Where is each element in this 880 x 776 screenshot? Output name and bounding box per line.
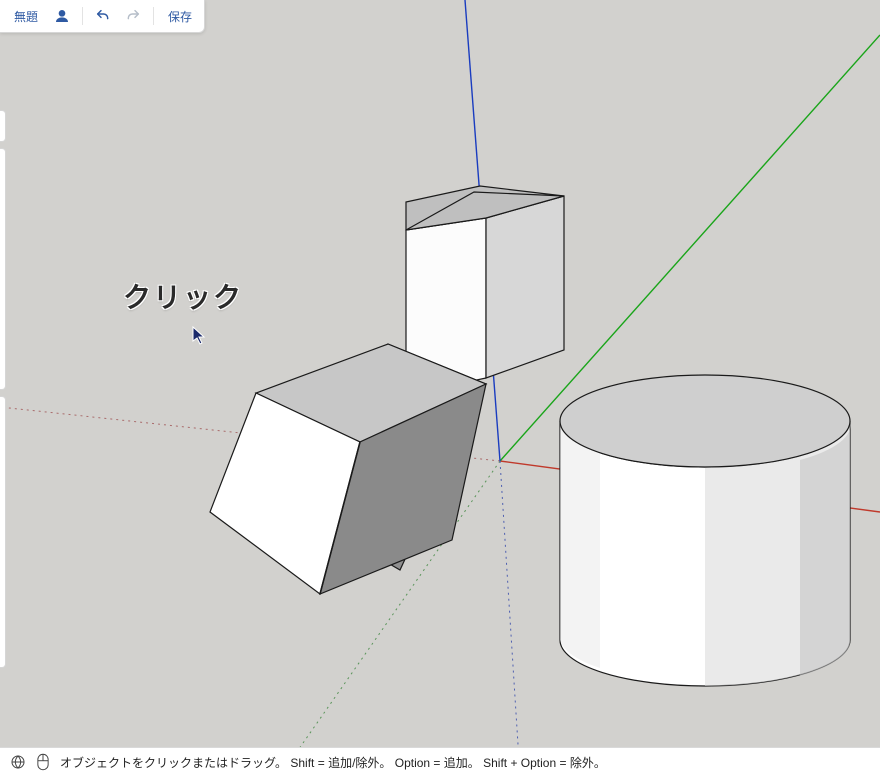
click-annotation: クリック	[123, 276, 243, 316]
redo-button[interactable]	[123, 4, 143, 28]
viewport-3d[interactable]: 無題 保存 クリック	[0, 0, 880, 776]
top-toolbar: 無題 保存	[0, 0, 205, 33]
status-hint: オブジェクトをクリックまたはドラッグ。 Shift = 追加/除外。 Optio…	[60, 754, 606, 771]
tilted-cube-object[interactable]	[210, 344, 486, 594]
save-button[interactable]: 保存	[164, 4, 196, 28]
status-bar: オブジェクトをクリックまたはドラッグ。 Shift = 追加/除外。 Optio…	[0, 747, 880, 776]
cylinder-object[interactable]	[560, 375, 851, 686]
left-panel-tab-3[interactable]	[0, 396, 6, 668]
left-panel-tab-2[interactable]	[0, 148, 6, 390]
document-title[interactable]: 無題	[10, 4, 42, 28]
scene-svg	[0, 0, 880, 776]
user-icon[interactable]	[52, 4, 72, 28]
left-panel-tab-1[interactable]	[0, 110, 6, 142]
undo-button[interactable]	[93, 4, 113, 28]
cursor-icon	[192, 326, 208, 351]
globe-icon[interactable]	[10, 754, 26, 770]
left-panel-strip	[0, 110, 6, 670]
mouse-icon	[36, 753, 50, 771]
